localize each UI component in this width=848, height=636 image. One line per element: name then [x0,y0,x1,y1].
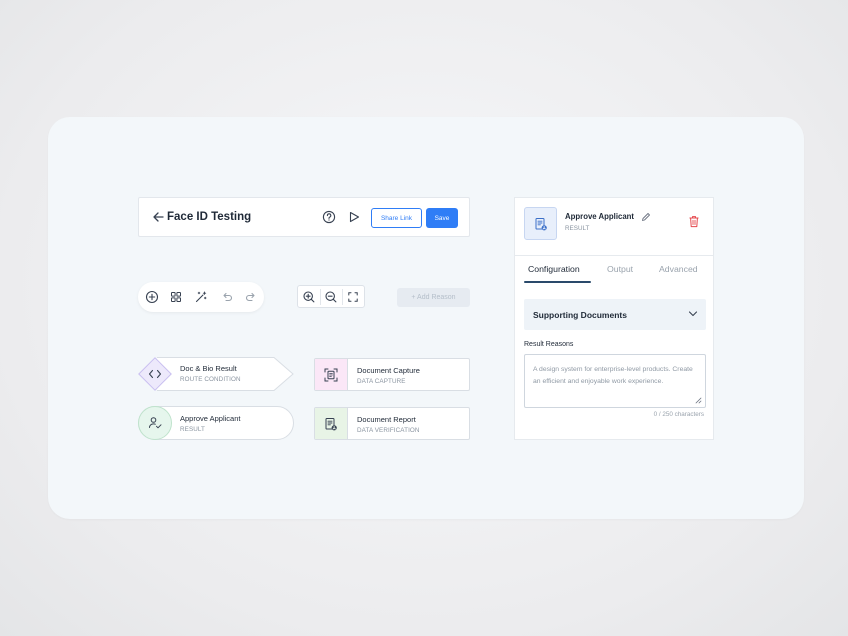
arrow-left-icon[interactable] [151,209,165,225]
divider [342,289,343,305]
magic-wand-icon[interactable] [194,290,208,304]
page-title: Face ID Testing [167,211,252,223]
node-label: Document Capture DATA CAPTURE [357,366,420,385]
edit-icon[interactable] [641,212,651,222]
share-link-button[interactable]: Share Link [371,208,422,228]
tab-advanced[interactable]: Advanced [659,264,698,274]
node-icon-tile [315,359,348,390]
node-label: Document Report DATA VERIFICATION [357,415,420,434]
document-report-icon [535,217,547,230]
code-icon [148,369,162,379]
zoom-controls [297,285,365,308]
active-tab-indicator [524,281,591,283]
trash-icon[interactable] [688,215,700,228]
node-route-condition[interactable]: Doc & Bio Result ROUTE CONDITION [137,356,295,392]
node-title: Doc & Bio Result [180,364,237,373]
node-icon-tile [315,408,348,439]
panel-subtitle: RESULT [565,225,590,232]
add-node-icon[interactable] [145,290,159,304]
node-title: Document Capture [357,366,420,375]
resize-handle-icon[interactable] [694,396,702,404]
node-approve-applicant[interactable]: Approve Applicant RESULT [138,406,294,440]
help-icon[interactable] [322,210,336,224]
result-reasons-textarea[interactable]: A design system for enterprise-level pro… [524,354,706,408]
node-type: DATA VERIFICATION [357,427,420,434]
result-reasons-label: Result Reasons [524,341,574,348]
tab-configuration[interactable]: Configuration [528,264,580,274]
node-label: Doc & Bio Result ROUTE CONDITION [180,364,241,383]
node-type: ROUTE CONDITION [180,376,241,383]
node-type: DATA CAPTURE [357,378,406,385]
node-icon-tile [138,406,172,440]
node-icon-tile [524,207,557,240]
node-title: Document Report [357,415,416,424]
play-icon[interactable] [347,210,361,224]
node-label: Approve Applicant RESULT [180,414,240,433]
undo-icon[interactable] [220,290,234,304]
node-title: Approve Applicant [180,414,241,423]
divider [320,289,321,305]
document-report-icon [325,417,337,430]
panel-title: Approve Applicant [565,212,635,221]
redo-icon[interactable] [244,290,258,304]
node-type: RESULT [180,426,205,433]
save-button[interactable]: Save [426,208,458,228]
zoom-out-icon[interactable] [324,290,338,304]
node-document-report[interactable]: Document Report DATA VERIFICATION [314,407,470,440]
canvas-toolbar [138,282,264,312]
editor-header: Face ID Testing Share Link Save [138,197,470,237]
tab-output[interactable]: Output [607,264,633,274]
supporting-documents-accordion[interactable]: Supporting Documents [524,299,706,330]
accordion-label: Supporting Documents [533,310,627,320]
user-check-icon [149,417,162,429]
panel-header: Approve Applicant RESULT [515,198,713,256]
grid-icon[interactable] [169,290,183,304]
scan-icon [324,368,338,381]
zoom-in-icon[interactable] [302,290,316,304]
node-config-panel: Approve Applicant RESULT Configuration O… [514,197,714,440]
chevron-down-icon [688,311,698,317]
node-document-capture[interactable]: Document Capture DATA CAPTURE [314,358,470,391]
fit-screen-icon[interactable] [346,290,360,304]
add-reason-button[interactable]: + Add Reason [397,288,470,307]
character-counter: 0 / 250 characters [653,411,704,418]
